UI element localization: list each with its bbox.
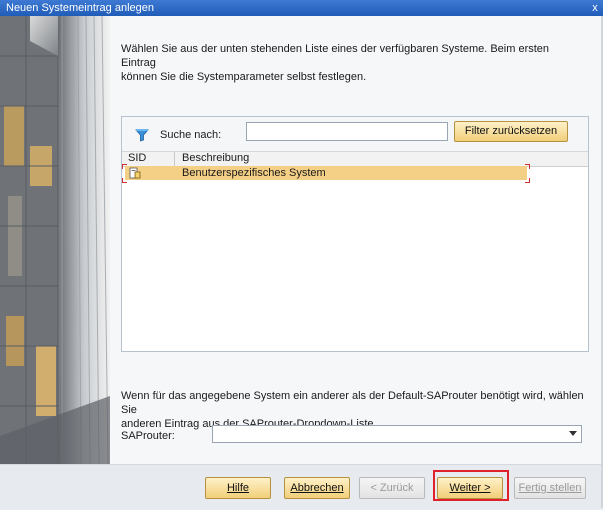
saprouter-dropdown[interactable] <box>212 425 582 443</box>
back-label: < Zurück <box>370 482 414 494</box>
row-description: Benutzerspezifisches System <box>182 167 326 179</box>
column-sid[interactable]: SID <box>128 152 146 164</box>
search-toolbar: Suche nach: Filter zurücksetzen <box>122 117 588 151</box>
search-input[interactable] <box>246 122 448 141</box>
title-bar: Neuen Systemeintrag anlegen x <box>0 0 603 16</box>
content-area: Wählen Sie aus der unten stehenden Liste… <box>110 16 601 464</box>
button-bar: Hilfe Abbrechen < Zurück Weiter > Fertig… <box>0 464 601 509</box>
back-button[interactable]: < Zurück <box>359 477 425 499</box>
cancel-button[interactable]: Abbrechen <box>284 477 350 499</box>
close-button[interactable]: x <box>589 0 601 16</box>
saprouter-info-line-1: Wenn für das angegebene System ein ander… <box>121 390 584 416</box>
wizard-side-graphic <box>0 16 110 464</box>
system-list-panel: Suche nach: Filter zurücksetzen SID Besc… <box>121 116 589 352</box>
focus-marker <box>525 164 530 169</box>
help-label: Hilfe <box>226 482 249 494</box>
focus-marker <box>122 178 127 183</box>
help-button[interactable]: Hilfe <box>205 477 271 499</box>
column-description[interactable]: Beschreibung <box>182 152 249 164</box>
saprouter-label: SAProuter: <box>121 430 175 442</box>
reset-filter-label: Filter zurücksetzen <box>464 125 558 137</box>
chevron-down-icon[interactable] <box>569 431 577 436</box>
intro-text: Wählen Sie aus der unten stehenden Liste… <box>121 42 581 84</box>
intro-line-1: Wählen Sie aus der unten stehenden Liste… <box>121 43 550 69</box>
dialog-window: Wählen Sie aus der unten stehenden Liste… <box>0 16 603 509</box>
table-row[interactable]: Benutzerspezifisches System <box>125 166 527 180</box>
finish-button[interactable]: Fertig stellen <box>514 477 586 499</box>
finish-label: Fertig stellen <box>518 482 582 494</box>
next-button-highlight <box>433 470 509 501</box>
cancel-label: Abbrechen <box>290 482 344 494</box>
reset-filter-button[interactable]: Filter zurücksetzen <box>454 121 568 142</box>
system-entry-icon <box>129 167 141 179</box>
building-image <box>0 16 110 464</box>
filter-icon <box>135 129 149 142</box>
list-header: SID Beschreibung <box>122 151 588 167</box>
focus-marker <box>525 178 530 183</box>
intro-line-2: können Sie die Systemparameter selbst fe… <box>121 71 367 83</box>
search-label: Suche nach: <box>160 129 222 141</box>
column-divider[interactable] <box>174 152 175 166</box>
focus-marker <box>122 164 127 169</box>
window-title: Neuen Systemeintrag anlegen <box>6 2 154 14</box>
